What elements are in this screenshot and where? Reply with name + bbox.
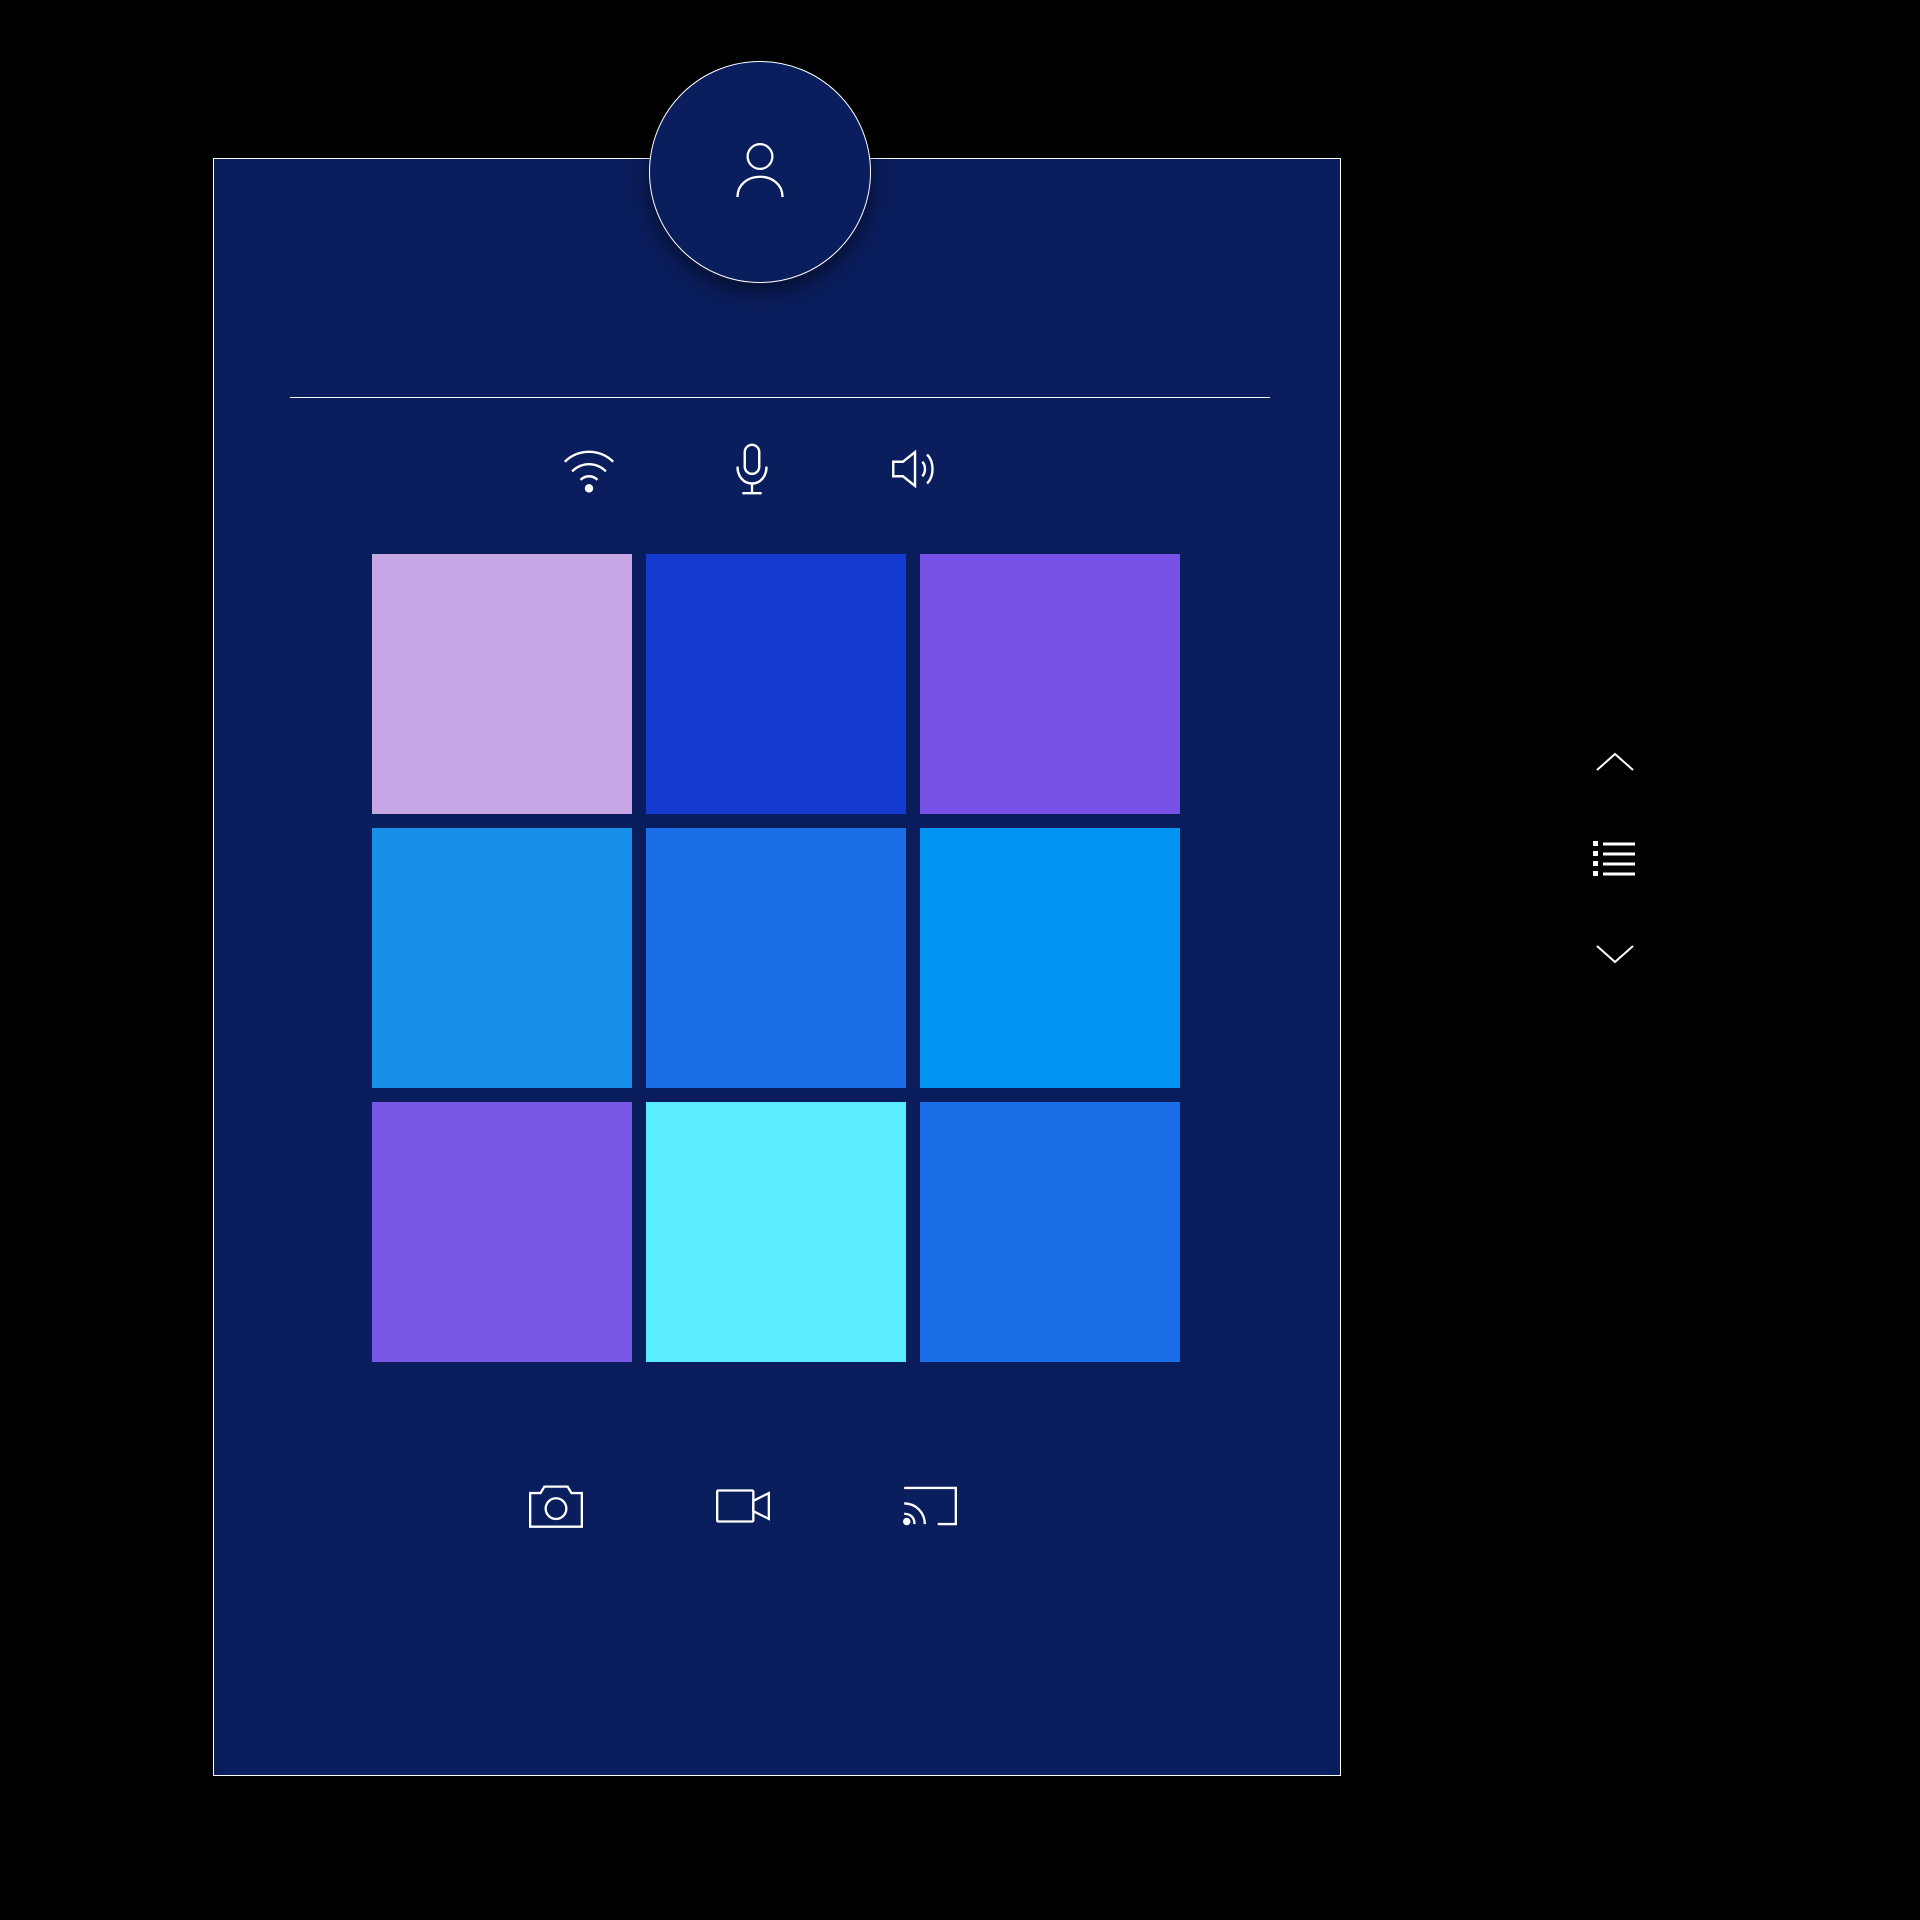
color-grid	[372, 554, 1180, 1362]
grid-tile[interactable]	[372, 1102, 632, 1362]
header-divider	[290, 397, 1270, 398]
grid-tile[interactable]	[372, 828, 632, 1088]
grid-tile[interactable]	[372, 554, 632, 814]
chevron-up-icon[interactable]	[1591, 748, 1639, 778]
speaker-icon[interactable]	[886, 440, 944, 498]
grid-tile[interactable]	[920, 554, 1180, 814]
grid-tile[interactable]	[920, 828, 1180, 1088]
user-icon	[724, 134, 796, 211]
microphone-icon[interactable]	[723, 440, 781, 498]
top-icon-bar	[560, 440, 944, 498]
grid-tile[interactable]	[646, 554, 906, 814]
list-icon[interactable]	[1591, 838, 1639, 878]
grid-tile[interactable]	[920, 1102, 1180, 1362]
grid-tile[interactable]	[646, 1102, 906, 1362]
camera-icon[interactable]	[525, 1475, 587, 1537]
avatar-button[interactable]	[649, 61, 871, 283]
wifi-icon[interactable]	[560, 440, 618, 498]
video-icon[interactable]	[712, 1475, 774, 1537]
cast-icon[interactable]	[899, 1475, 961, 1537]
side-controls	[1591, 748, 1639, 968]
grid-tile[interactable]	[646, 828, 906, 1088]
chevron-down-icon[interactable]	[1591, 938, 1639, 968]
bottom-icon-bar	[525, 1475, 961, 1537]
